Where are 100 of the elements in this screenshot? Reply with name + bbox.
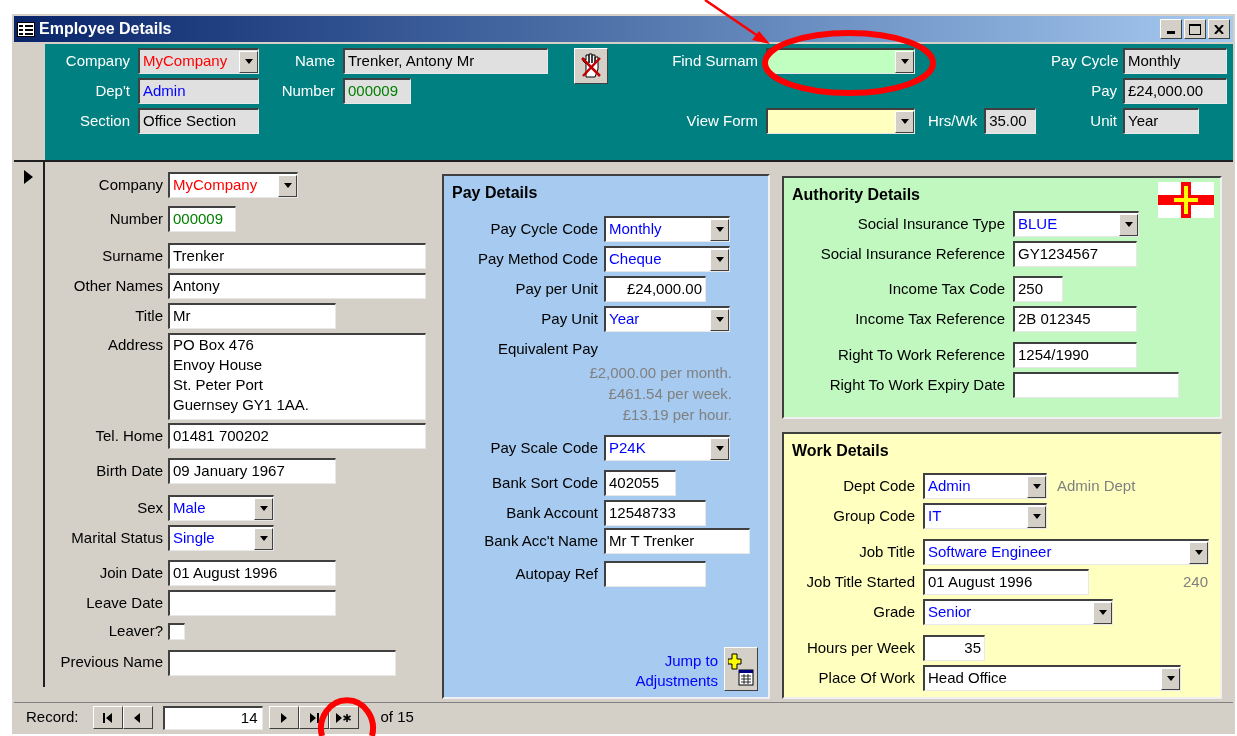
dropdown-field[interactable]: Senior [923, 599, 1113, 625]
form-icon [17, 21, 35, 37]
text-field[interactable]: Trenker [168, 243, 426, 269]
adjustments-button[interactable] [724, 647, 758, 691]
dropdown-button[interactable] [710, 248, 729, 271]
text-field[interactable] [168, 649, 396, 676]
text-field[interactable]: £24,000.00 [1123, 78, 1227, 104]
dropdown-button[interactable] [710, 218, 729, 241]
previous-icon [134, 712, 142, 723]
dropdown-button[interactable] [254, 527, 273, 550]
field-label: Pay per Unit [514, 278, 598, 299]
caret-icon [259, 506, 268, 511]
first-record-button[interactable] [92, 706, 123, 729]
text-field[interactable]: Monthly [1123, 48, 1227, 74]
close-button[interactable] [1208, 19, 1230, 39]
field-label: Bank Acc't Name [483, 530, 598, 551]
dropdown-button[interactable] [1119, 213, 1138, 236]
maximize-button[interactable] [1184, 19, 1206, 39]
field-label: Hours per Week [805, 637, 915, 658]
panel-title: Authority Details [792, 185, 920, 205]
dropdown-field[interactable]: BLUE [1013, 211, 1139, 237]
text-field[interactable] [1013, 372, 1179, 398]
previous-record-button[interactable] [122, 706, 153, 729]
field-label: Income Tax Code [887, 278, 1005, 299]
text-field[interactable]: 1254/1990 [1013, 342, 1137, 368]
caret-icon [1124, 222, 1133, 227]
text-field[interactable]: Office Section [138, 108, 259, 134]
dropdown-button[interactable] [254, 497, 273, 520]
text-field[interactable]: 402055 [604, 470, 676, 496]
dropdown-button[interactable] [1027, 505, 1046, 528]
dropdown-button[interactable] [710, 437, 729, 460]
text-area[interactable]: PO Box 476 Envoy House St. Peter Port Guernsey GY1 1AA. [168, 333, 426, 420]
text-field[interactable]: 09 January 1967 [168, 458, 336, 484]
dropdown-field[interactable] [766, 108, 915, 134]
dropdown-field[interactable]: Single [168, 525, 274, 551]
field-label: Pay Unit [540, 308, 598, 329]
field-label: Join Date [98, 562, 163, 583]
checkbox[interactable] [168, 622, 185, 640]
text-field[interactable]: 000009 [168, 206, 236, 232]
field-label: Equivalent Pay [496, 339, 598, 359]
text-field[interactable]: Mr [168, 303, 336, 329]
dropdown-button[interactable] [278, 174, 297, 197]
dropdown-field[interactable]: MyCompany [168, 172, 298, 198]
text-field[interactable]: Mr T Trenker [604, 528, 750, 554]
record-count: of 15 [380, 707, 414, 728]
minimize-button[interactable] [1160, 19, 1182, 39]
text-field[interactable]: 000009 [343, 78, 411, 104]
dropdown-field[interactable]: Male [168, 495, 274, 521]
text-field[interactable]: GY1234567 [1013, 241, 1137, 267]
delete-record-button[interactable] [574, 48, 608, 84]
caret-icon [715, 446, 724, 451]
field-label: Company [97, 174, 163, 195]
text-field[interactable] [168, 590, 336, 616]
text-field[interactable]: 35.00 [984, 108, 1037, 134]
text-field[interactable]: Year [1123, 108, 1199, 134]
dropdown-button[interactable] [1189, 541, 1208, 564]
text-field[interactable]: 01481 700202 [168, 423, 426, 449]
dropdown-button[interactable] [1027, 475, 1046, 498]
dropdown-button[interactable] [1093, 601, 1112, 624]
crossed-hand-icon [579, 53, 603, 79]
text-field[interactable]: Trenker, Antony Mr [343, 48, 548, 74]
text-field[interactable]: Admin [138, 78, 259, 104]
info-text: 240 [1182, 571, 1208, 592]
next-record-button[interactable] [268, 706, 299, 729]
plus-grid-icon [728, 652, 754, 686]
text-field[interactable]: 35 [923, 635, 985, 661]
dropdown-field[interactable]: P24K [604, 435, 730, 461]
dropdown-field[interactable]: Cheque [604, 246, 730, 272]
dropdown-button[interactable] [239, 50, 258, 73]
text-field[interactable] [604, 561, 706, 587]
caret-icon [1194, 550, 1203, 555]
record-number-field[interactable]: 14 [162, 705, 263, 730]
text-field[interactable]: £24,000.00 [604, 276, 706, 302]
dropdown-field[interactable]: Head Office [923, 665, 1181, 691]
text-field[interactable]: 01 August 1996 [168, 560, 336, 586]
field-label: Address [106, 335, 163, 355]
text-field[interactable]: 2B 012345 [1013, 306, 1137, 332]
dropdown-field[interactable]: Software Engineer [923, 539, 1209, 565]
text-field[interactable]: 01 August 1996 [923, 569, 1089, 595]
dropdown-field[interactable]: IT [923, 503, 1047, 529]
field-label: Right To Work Expiry Date [828, 374, 1005, 395]
dropdown-field[interactable]: Admin [923, 473, 1047, 499]
dropdown-field[interactable]: Year [604, 306, 730, 332]
dropdown-field[interactable] [766, 48, 915, 74]
field-label: Name [294, 50, 335, 71]
new-record-button[interactable] [328, 706, 359, 729]
dropdown-button[interactable] [710, 308, 729, 331]
dropdown-field[interactable]: Monthly [604, 216, 730, 242]
panel-title: Work Details [792, 441, 890, 461]
text-field[interactable]: 250 [1013, 276, 1063, 302]
text-field[interactable]: Antony [168, 273, 426, 299]
field-label: Income Tax Reference [854, 308, 1005, 329]
dropdown-button[interactable] [895, 110, 914, 133]
dropdown-button[interactable] [1161, 667, 1180, 690]
field-label: Group Code [832, 505, 915, 526]
dropdown-button[interactable] [895, 50, 914, 73]
field-label: Find Surnam [671, 50, 759, 71]
field-label: Pay Scale Code [489, 437, 598, 458]
adjustments-link[interactable]: Jump to Adjustments [623, 651, 718, 691]
text-field[interactable]: 12548733 [604, 500, 706, 526]
